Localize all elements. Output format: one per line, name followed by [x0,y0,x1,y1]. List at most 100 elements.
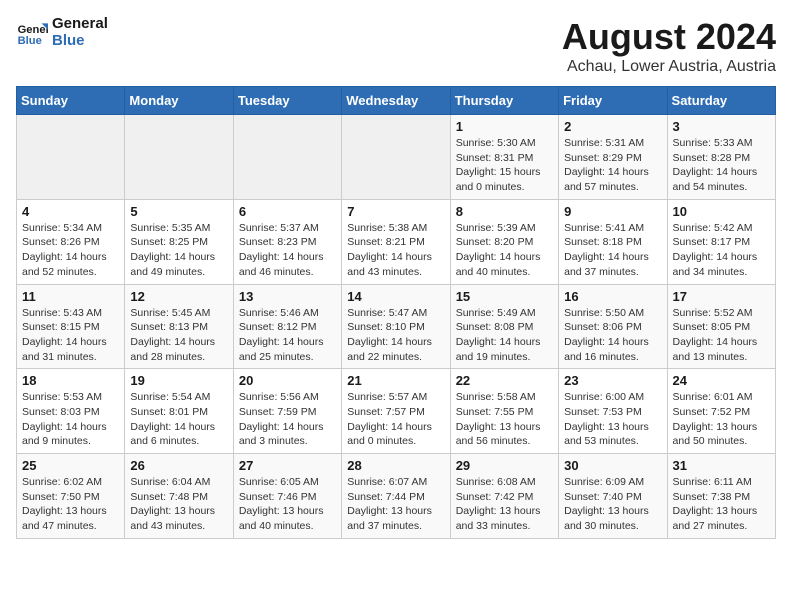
calendar-cell: 26Sunrise: 6:04 AM Sunset: 7:48 PM Dayli… [125,454,233,539]
day-info: Sunrise: 6:09 AM Sunset: 7:40 PM Dayligh… [564,475,661,534]
day-number: 26 [130,458,227,473]
calendar-cell: 22 Sunrise: 5:58 AM Sunset: 7:55 PM Dayli… [450,369,558,454]
day-number: 13 [239,289,336,304]
day-number: 10 [673,204,770,219]
logo: General Blue General Blue [16,16,108,49]
week-row: 1 Sunrise: 5:30 AM Sunset: 8:31 PM Daylig… [17,115,776,200]
day-number: 27 [239,458,336,473]
day-number: 31 [673,458,770,473]
day-info: Sunrise: 5:37 AM Sunset: 8:23 PM Dayligh… [239,221,336,280]
day-number: 5 [130,204,227,219]
day-info: Sunrise: 5:34 AM Sunset: 8:26 PM Dayligh… [22,221,119,280]
day-info: Sunrise: 5:50 AM Sunset: 8:06 PM Dayligh… [564,306,661,365]
calendar-body: 1 Sunrise: 5:30 AM Sunset: 8:31 PM Daylig… [17,115,776,539]
calendar-cell: 19Sunrise: 5:54 AM Sunset: 8:01 PM Dayli… [125,369,233,454]
day-header-friday: Friday [559,87,667,115]
calendar-cell [17,115,125,200]
day-info: Sunrise: 5:30 AM Sunset: 8:31 PM Dayligh… [456,136,553,195]
calendar-cell: 4 Sunrise: 5:34 AM Sunset: 8:26 PM Daylig… [17,199,125,284]
day-number: 2 [564,119,661,134]
day-number: 4 [22,204,119,219]
logo-line2: Blue [52,33,108,50]
day-info: Sunrise: 5:31 AM Sunset: 8:29 PM Dayligh… [564,136,661,195]
calendar-cell: 29 Sunrise: 6:08 AM Sunset: 7:42 PM Dayli… [450,454,558,539]
svg-text:General: General [18,24,48,36]
month-title: August 2024 [562,16,776,58]
title-area: August 2024 Achau, Lower Austria, Austri… [562,16,776,76]
day-info: Sunrise: 5:56 AM Sunset: 7:59 PM Dayligh… [239,390,336,449]
header: General Blue General Blue August 2024 Ac… [16,16,776,76]
day-header-thursday: Thursday [450,87,558,115]
calendar-cell: 31 Sunrise: 6:11 AM Sunset: 7:38 PM Dayli… [667,454,775,539]
calendar-cell: 28 Sunrise: 6:07 AM Sunset: 7:44 PM Dayli… [342,454,450,539]
day-info: Sunrise: 5:52 AM Sunset: 8:05 PM Dayligh… [673,306,770,365]
day-number: 14 [347,289,444,304]
calendar-cell: 16 Sunrise: 5:50 AM Sunset: 8:06 PM Dayli… [559,284,667,369]
day-info: Sunrise: 5:39 AM Sunset: 8:20 PM Dayligh… [456,221,553,280]
day-number: 21 [347,373,444,388]
day-header-tuesday: Tuesday [233,87,341,115]
day-number: 20 [239,373,336,388]
day-info: Sunrise: 5:35 AM Sunset: 8:25 PM Dayligh… [130,221,227,280]
day-number: 1 [456,119,553,134]
calendar-cell: 7 Sunrise: 5:38 AM Sunset: 8:21 PM Daylig… [342,199,450,284]
calendar-header: SundayMondayTuesdayWednesdayThursdayFrid… [17,87,776,115]
calendar-cell: 23Sunrise: 6:00 AM Sunset: 7:53 PM Dayli… [559,369,667,454]
day-header-wednesday: Wednesday [342,87,450,115]
day-number: 29 [456,458,553,473]
calendar-cell: 1 Sunrise: 5:30 AM Sunset: 8:31 PM Daylig… [450,115,558,200]
calendar-cell: 10Sunrise: 5:42 AM Sunset: 8:17 PM Dayli… [667,199,775,284]
calendar-cell: 6Sunrise: 5:37 AM Sunset: 8:23 PM Daylig… [233,199,341,284]
calendar-cell: 17 Sunrise: 5:52 AM Sunset: 8:05 PM Dayli… [667,284,775,369]
calendar-cell [125,115,233,200]
day-number: 16 [564,289,661,304]
day-info: Sunrise: 5:45 AM Sunset: 8:13 PM Dayligh… [130,306,227,365]
day-info: Sunrise: 6:11 AM Sunset: 7:38 PM Dayligh… [673,475,770,534]
calendar-cell: 25 Sunrise: 6:02 AM Sunset: 7:50 PM Dayli… [17,454,125,539]
calendar-cell: 20 Sunrise: 5:56 AM Sunset: 7:59 PM Dayli… [233,369,341,454]
location-title: Achau, Lower Austria, Austria [562,58,776,76]
day-number: 15 [456,289,553,304]
calendar-cell: 30Sunrise: 6:09 AM Sunset: 7:40 PM Dayli… [559,454,667,539]
calendar-cell: 27Sunrise: 6:05 AM Sunset: 7:46 PM Dayli… [233,454,341,539]
calendar-cell: 18Sunrise: 5:53 AM Sunset: 8:03 PM Dayli… [17,369,125,454]
day-info: Sunrise: 6:01 AM Sunset: 7:52 PM Dayligh… [673,390,770,449]
day-info: Sunrise: 6:00 AM Sunset: 7:53 PM Dayligh… [564,390,661,449]
day-info: Sunrise: 6:02 AM Sunset: 7:50 PM Dayligh… [22,475,119,534]
week-row: 25 Sunrise: 6:02 AM Sunset: 7:50 PM Dayli… [17,454,776,539]
calendar-cell: 8 Sunrise: 5:39 AM Sunset: 8:20 PM Daylig… [450,199,558,284]
day-number: 9 [564,204,661,219]
calendar-cell: 13 Sunrise: 5:46 AM Sunset: 8:12 PM Dayli… [233,284,341,369]
day-info: Sunrise: 5:58 AM Sunset: 7:55 PM Dayligh… [456,390,553,449]
calendar-cell [342,115,450,200]
calendar-cell: 15 Sunrise: 5:49 AM Sunset: 8:08 PM Dayli… [450,284,558,369]
day-info: Sunrise: 5:46 AM Sunset: 8:12 PM Dayligh… [239,306,336,365]
day-number: 12 [130,289,227,304]
day-number: 11 [22,289,119,304]
calendar-cell: 12 Sunrise: 5:45 AM Sunset: 8:13 PM Dayli… [125,284,233,369]
day-info: Sunrise: 5:47 AM Sunset: 8:10 PM Dayligh… [347,306,444,365]
day-number: 28 [347,458,444,473]
calendar: SundayMondayTuesdayWednesdayThursdayFrid… [16,86,776,539]
day-number: 25 [22,458,119,473]
calendar-cell: 3Sunrise: 5:33 AM Sunset: 8:28 PM Daylig… [667,115,775,200]
logo-icon: General Blue [16,17,48,49]
header-row: SundayMondayTuesdayWednesdayThursdayFrid… [17,87,776,115]
day-info: Sunrise: 5:43 AM Sunset: 8:15 PM Dayligh… [22,306,119,365]
day-number: 17 [673,289,770,304]
day-number: 8 [456,204,553,219]
day-number: 7 [347,204,444,219]
calendar-cell: 2 Sunrise: 5:31 AM Sunset: 8:29 PM Daylig… [559,115,667,200]
day-header-sunday: Sunday [17,87,125,115]
day-info: Sunrise: 5:49 AM Sunset: 8:08 PM Dayligh… [456,306,553,365]
day-number: 22 [456,373,553,388]
week-row: 18Sunrise: 5:53 AM Sunset: 8:03 PM Dayli… [17,369,776,454]
day-info: Sunrise: 6:08 AM Sunset: 7:42 PM Dayligh… [456,475,553,534]
day-info: Sunrise: 5:33 AM Sunset: 8:28 PM Dayligh… [673,136,770,195]
day-info: Sunrise: 5:41 AM Sunset: 8:18 PM Dayligh… [564,221,661,280]
day-info: Sunrise: 5:53 AM Sunset: 8:03 PM Dayligh… [22,390,119,449]
day-info: Sunrise: 5:38 AM Sunset: 8:21 PM Dayligh… [347,221,444,280]
calendar-cell [233,115,341,200]
week-row: 11 Sunrise: 5:43 AM Sunset: 8:15 PM Dayli… [17,284,776,369]
day-info: Sunrise: 6:07 AM Sunset: 7:44 PM Dayligh… [347,475,444,534]
